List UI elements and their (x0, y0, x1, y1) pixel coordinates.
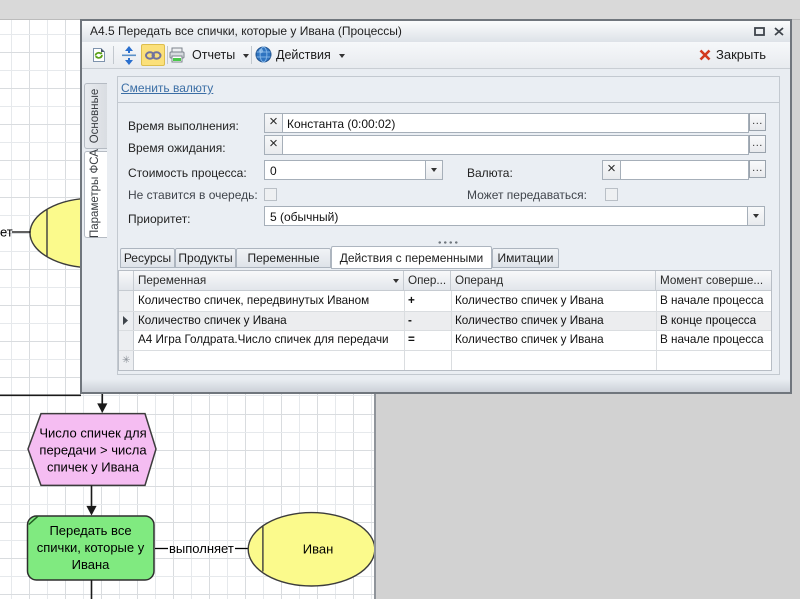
svg-text:Иван: Иван (303, 542, 334, 557)
svg-text:Число спичек для: Число спичек для (39, 426, 146, 441)
svg-text:спички, которые у: спички, которые у (37, 540, 145, 555)
svg-text:спичек у Ивана: спичек у Ивана (47, 460, 140, 475)
svg-text:Передать все: Передать все (49, 523, 131, 538)
svg-text:ет: ет (0, 225, 13, 240)
svg-text:Ивана: Ивана (72, 557, 111, 572)
svg-text:передачи > числа: передачи > числа (39, 443, 147, 458)
svg-text:выполняет: выполняет (169, 541, 234, 556)
